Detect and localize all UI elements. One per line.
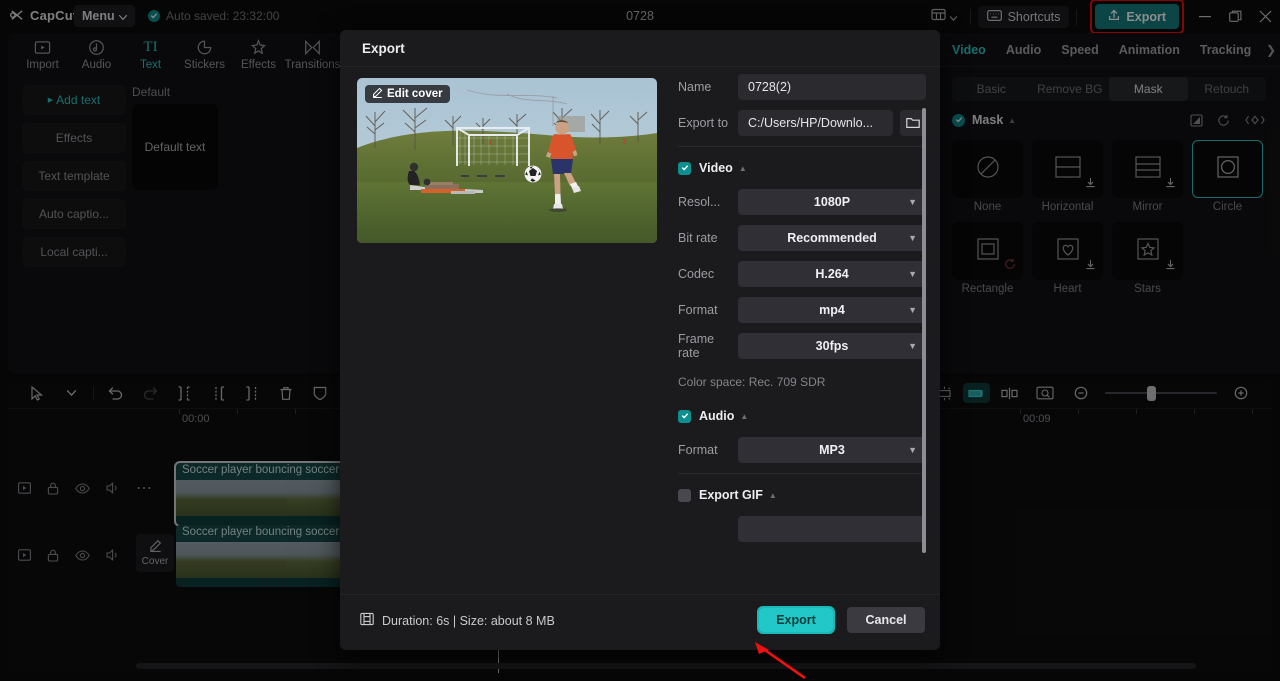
- edit-pencil-icon: [372, 87, 383, 101]
- cover-preview[interactable]: Edit cover: [357, 78, 657, 243]
- collapse-caret-icon[interactable]: ▲: [769, 491, 777, 500]
- video-section-header: Video ▲: [678, 161, 926, 175]
- chevron-down-icon: ▼: [908, 269, 917, 279]
- chevron-down-icon: ▼: [908, 233, 917, 243]
- edit-cover-label: Edit cover: [387, 88, 443, 100]
- format-select[interactable]: mp4 ▼: [738, 297, 926, 323]
- name-label: Name: [678, 80, 712, 94]
- resolution-value: 1080P: [813, 195, 851, 209]
- dialog-export-button[interactable]: Export: [759, 608, 833, 632]
- format-value: mp4: [819, 303, 845, 317]
- export-to-label: Export to: [678, 116, 729, 130]
- dialog-export-highlight: Export: [757, 606, 835, 634]
- resolution-select[interactable]: 1080P ▼: [738, 189, 926, 215]
- dialog-title: Export: [362, 41, 405, 56]
- bitrate-value: Recommended: [787, 231, 877, 245]
- color-space-text: Color space: Rec. 709 SDR: [678, 375, 826, 389]
- video-checkbox[interactable]: [678, 161, 691, 175]
- audio-format-row: Format MP3 ▼: [678, 437, 926, 463]
- gif-section-header: Export GIF ▲: [678, 488, 926, 502]
- audio-format-select[interactable]: MP3 ▼: [738, 437, 926, 463]
- codec-label: Codec: [678, 267, 715, 281]
- export-gif-checkbox[interactable]: [678, 488, 691, 502]
- framerate-select[interactable]: 30fps ▼: [738, 333, 926, 359]
- framerate-row: Frame rate 30fps ▼: [678, 332, 926, 360]
- divider: [678, 146, 926, 147]
- chevron-down-icon: ▼: [908, 197, 917, 207]
- video-section-label: Video: [699, 161, 733, 175]
- codec-select[interactable]: H.264 ▼: [738, 261, 926, 287]
- bitrate-select[interactable]: Recommended ▼: [738, 225, 926, 251]
- audio-section-header: Audio ▲: [678, 409, 926, 423]
- format-label: Format: [678, 303, 718, 317]
- duration-info: Duration: 6s | Size: about 8 MB: [360, 612, 555, 629]
- export-to-row: Export to C:/Users/HP/Downlo...: [678, 110, 926, 136]
- audio-format-value: MP3: [819, 443, 845, 457]
- audio-section-label: Audio: [699, 409, 735, 423]
- codec-row: Codec H.264 ▼: [678, 261, 926, 287]
- dialog-cancel-button[interactable]: Cancel: [847, 607, 925, 633]
- divider: [340, 594, 940, 595]
- export-form: Name 0728(2) Export to C:/Users/HP/Downl…: [678, 74, 926, 592]
- audio-checkbox[interactable]: [678, 409, 691, 423]
- resolution-row: Resol... 1080P ▼: [678, 189, 926, 215]
- audio-format-label: Format: [678, 443, 718, 457]
- divider: [340, 66, 940, 67]
- duration-text: Duration: 6s | Size: about 8 MB: [382, 613, 555, 628]
- chevron-down-icon: ▼: [908, 305, 917, 315]
- framerate-label: Frame rate: [678, 332, 715, 360]
- collapse-caret-icon[interactable]: ▲: [739, 164, 747, 173]
- capcut-window: CapCut Menu Auto saved: 23:32:00 0728 Sh…: [0, 0, 1280, 681]
- name-row: Name 0728(2): [678, 74, 926, 100]
- divider: [678, 473, 926, 474]
- bitrate-row: Bit rate Recommended ▼: [678, 225, 926, 251]
- chevron-down-icon: ▼: [908, 341, 917, 351]
- film-icon: [360, 612, 374, 629]
- codec-value: H.264: [815, 267, 849, 281]
- export-gif-label: Export GIF: [699, 488, 763, 502]
- edit-cover-button[interactable]: Edit cover: [365, 85, 450, 103]
- name-input[interactable]: 0728(2): [738, 74, 926, 100]
- resolution-label: Resol...: [678, 195, 721, 209]
- gif-hidden-row: [678, 516, 926, 542]
- framerate-value: 30fps: [815, 339, 849, 353]
- export-path-input[interactable]: C:/Users/HP/Downlo...: [738, 110, 893, 136]
- gif-resolution-select[interactable]: [738, 516, 926, 542]
- bitrate-label: Bit rate: [678, 231, 718, 245]
- format-row: Format mp4 ▼: [678, 297, 926, 323]
- dialog-scrollbar[interactable]: [922, 108, 926, 553]
- chevron-down-icon: ▼: [908, 445, 917, 455]
- collapse-caret-icon[interactable]: ▲: [740, 412, 748, 421]
- export-dialog: Export Edit cover Name 0728(2) Export to…: [340, 30, 940, 650]
